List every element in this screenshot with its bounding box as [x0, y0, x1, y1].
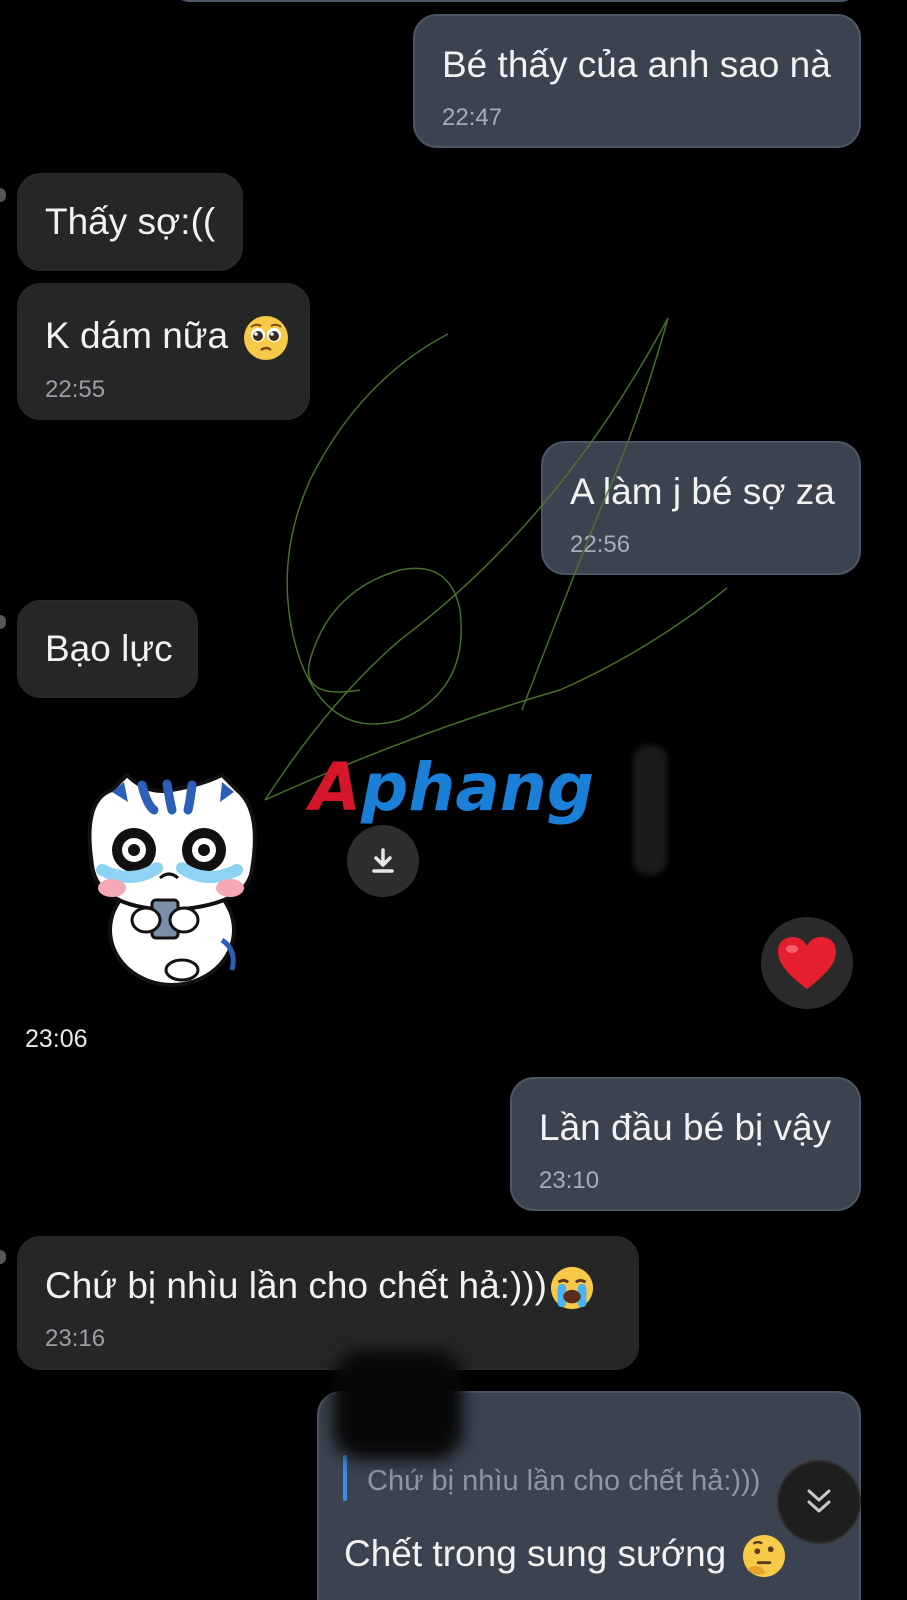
reaction-button[interactable]: [761, 917, 853, 1009]
red-heart-icon: [778, 937, 836, 989]
loudly-crying-face-icon: [550, 1267, 594, 1310]
pleading-face-icon: [244, 316, 289, 360]
outgoing-message[interactable]: Lần đầu bé bị vậy 23:10: [510, 1077, 861, 1211]
outgoing-message[interactable]: A làm j bé sợ za 22:56: [541, 441, 861, 575]
message-time: 23:06: [25, 1025, 88, 1053]
sender-indicator: [0, 615, 6, 629]
message-text-content: K dám nữa: [45, 314, 229, 356]
quote-bar: [343, 1455, 347, 1501]
message-text-content: Chết trong sung sướng: [344, 1533, 727, 1574]
incoming-message[interactable]: Chứ bị nhìu lần cho chết hả:))) 23:16: [17, 1236, 639, 1370]
message-text: Chết trong sung sướng: [344, 1533, 787, 1579]
incoming-message[interactable]: K dám nữa 22:55: [17, 283, 310, 420]
message-time: 23:16: [45, 1325, 106, 1352]
message-time: 22:47: [442, 104, 503, 131]
sender-indicator: [0, 1250, 6, 1264]
message-text: Thấy sợ:((: [45, 201, 216, 242]
redaction-smudge: [333, 1350, 463, 1460]
message-text: Chứ bị nhìu lần cho chết hả:))): [45, 1265, 595, 1311]
scroll-to-bottom-button[interactable]: [777, 1460, 861, 1544]
outgoing-message[interactable]: Bé thấy của anh sao nà 22:47: [413, 14, 861, 148]
message-time: 22:55: [45, 376, 106, 403]
previous-message-edge: [170, 0, 860, 2]
crying-cat-sticker-icon: [87, 772, 257, 987]
message-text: Lần đầu bé bị vậy: [539, 1107, 832, 1148]
sticker-message[interactable]: [72, 770, 267, 990]
message-time: 22:56: [570, 531, 631, 558]
message-text-content: Chứ bị nhìu lần cho chết hả:))): [45, 1265, 547, 1306]
download-button[interactable]: [347, 825, 419, 897]
sender-indicator: [0, 188, 6, 202]
message-text: K dám nữa: [45, 314, 290, 362]
redaction-smudge: [633, 745, 667, 875]
quoted-text: Chứ bị nhìu lần cho chết hả:))): [367, 1465, 761, 1497]
double-chevron-down-icon: [807, 1489, 831, 1513]
message-time: 23:10: [539, 1167, 600, 1194]
chat-screen: Bé thấy của anh sao nà 22:47 Thấy sợ:(( …: [0, 0, 907, 1600]
thinking-face-icon: [742, 1535, 785, 1578]
message-text: Bé thấy của anh sao nà: [442, 44, 831, 85]
download-icon: [372, 848, 394, 873]
message-text: A làm j bé sợ za: [570, 471, 835, 512]
incoming-message[interactable]: Bạo lực: [17, 600, 198, 698]
message-text: Bạo lực: [45, 628, 173, 669]
svg-text:Aphang: Aphang: [305, 749, 594, 826]
incoming-message[interactable]: Thấy sợ:((: [17, 173, 243, 271]
